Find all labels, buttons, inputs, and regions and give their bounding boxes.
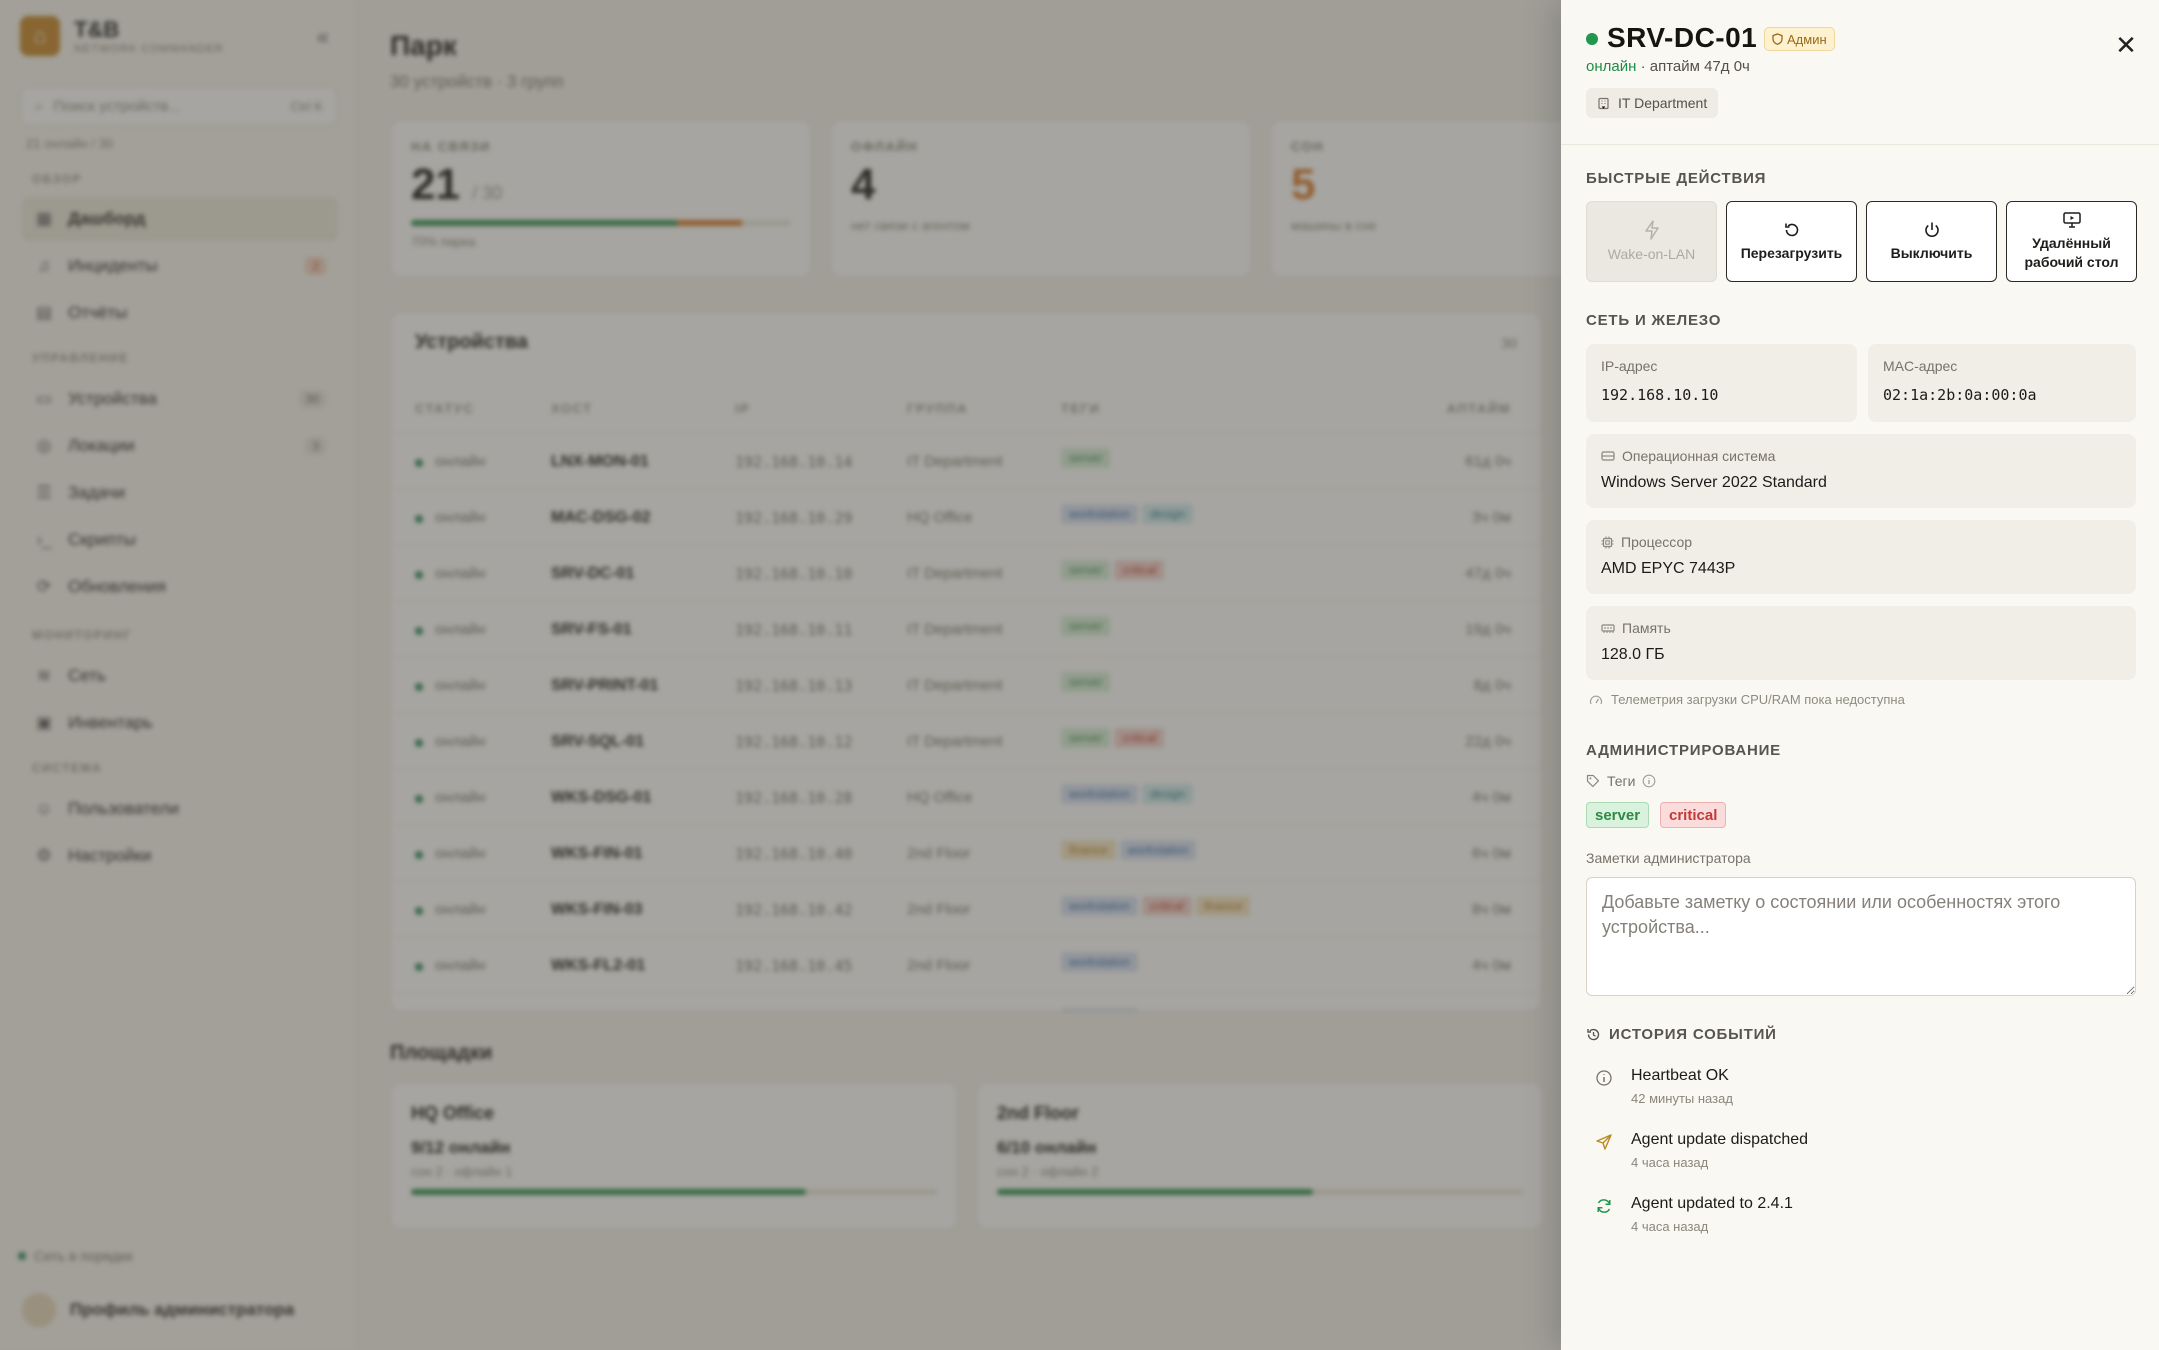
tag-server[interactable]: server xyxy=(1586,802,1650,828)
admin-badge-label: Админ xyxy=(1787,31,1827,47)
quick-actions-title: БЫСТРЫЕ ДЕЙСТВИЯ xyxy=(1586,170,1767,187)
shield-icon xyxy=(1772,33,1783,45)
memory-label: Память xyxy=(1622,620,1671,636)
mac-address-card: MAC-адрес 02:1a:2b:0a:00:0a xyxy=(1868,344,2136,422)
os-label: Операционная система xyxy=(1622,448,1776,464)
ip-value: 192.168.10.10 xyxy=(1601,386,1719,404)
online-status-dot xyxy=(1586,33,1598,45)
cpu-icon xyxy=(1601,536,1614,548)
restart-icon xyxy=(1784,223,1798,236)
info-icon[interactable] xyxy=(1642,774,1656,788)
send-icon xyxy=(1596,1134,1612,1150)
info-icon xyxy=(1596,1070,1612,1086)
device-status-line: онлайн · аптайм 47д 0ч xyxy=(1586,58,1750,75)
power-icon xyxy=(1924,222,1939,237)
remote-desktop-icon xyxy=(2062,212,2081,228)
gauge-icon xyxy=(1589,695,1603,704)
mac-value: 02:1a:2b:0a:00:0a xyxy=(1883,386,2037,404)
ip-address-card: IP-адрес 192.168.10.10 xyxy=(1586,344,1857,422)
network-hardware-title: СЕТЬ И ЖЕЛЕЗО xyxy=(1586,312,1722,329)
os-label-row: Операционная система xyxy=(1601,448,1775,464)
refresh-icon xyxy=(1597,1199,1611,1213)
building-icon xyxy=(1598,97,1609,109)
memory-icon xyxy=(1601,623,1615,633)
action-label: Удалённый рабочий стол xyxy=(2024,235,2119,270)
tag-icon xyxy=(1586,774,1600,788)
admin-badge: Админ xyxy=(1764,27,1835,51)
drawer-header: SRV-DC-01 Админ ✕ онлайн · аптайм 47д 0ч… xyxy=(1561,0,2159,145)
device-title: SRV-DC-01 xyxy=(1607,22,1758,53)
device-status: онлайн xyxy=(1586,58,1637,75)
cpu-card: Процессор AMD EPYC 7443P xyxy=(1586,520,2136,594)
device-drawer: SRV-DC-01 Админ ✕ онлайн · аптайм 47д 0ч… xyxy=(1561,0,2159,1350)
modal-overlay[interactable] xyxy=(0,0,1561,1350)
os-card: Операционная система Windows Server 2022… xyxy=(1586,434,2136,508)
notes-label: Заметки администратора xyxy=(1586,850,1751,866)
history-title-row: ИСТОРИЯ СОБЫТИЙ xyxy=(1586,1026,1777,1043)
bolt-icon xyxy=(1644,219,1659,240)
action-label: Выключить xyxy=(1890,244,1973,261)
shutdown-button[interactable]: Выключить xyxy=(1866,201,1997,282)
telemetry-text: Телеметрия загрузки CPU/RAM пока недосту… xyxy=(1611,692,1905,707)
cpu-label: Процессор xyxy=(1621,534,1693,550)
group-chip[interactable]: IT Department xyxy=(1586,88,1719,118)
event-text: Heartbeat OK xyxy=(1631,1067,1729,1084)
tag-critical[interactable]: critical xyxy=(1660,802,1727,828)
wake-on-lan-button[interactable]: Wake-on-LAN xyxy=(1586,201,1717,282)
admin-title: АДМИНИСТРИРОВАНИЕ xyxy=(1586,742,1781,759)
event-time: 42 минуты назад xyxy=(1631,1091,1733,1106)
cpu-label-row: Процессор xyxy=(1601,534,1692,550)
tags-label: Теги xyxy=(1607,773,1636,789)
memory-card: Память 128.0 ГБ xyxy=(1586,606,2136,680)
event-text: Agent update dispatched xyxy=(1631,1131,1809,1148)
tags-label-row: Теги xyxy=(1586,773,1656,789)
restart-button[interactable]: Перезагрузить xyxy=(1726,201,1857,282)
action-label: Перезагрузить xyxy=(1740,244,1843,261)
telemetry-note: Телеметрия загрузки CPU/RAM пока недосту… xyxy=(1589,692,1905,707)
group-label: IT Department xyxy=(1618,95,1708,111)
action-label: Wake-on-LAN xyxy=(1607,245,1696,262)
admin-notes-textarea[interactable] xyxy=(1586,877,2136,996)
history-icon xyxy=(1587,1028,1600,1041)
event-text: Agent updated to 2.4.1 xyxy=(1631,1195,1793,1212)
drive-icon xyxy=(1601,451,1615,461)
memory-label-row: Память xyxy=(1601,620,1671,636)
remote-desktop-button[interactable]: Удалённый рабочий стол xyxy=(2006,201,2137,282)
close-icon[interactable]: ✕ xyxy=(2111,30,2141,60)
device-uptime: · аптайм 47д 0ч xyxy=(1640,58,1750,75)
cpu-value: AMD EPYC 7443P xyxy=(1601,560,1736,577)
ip-label: IP-адрес xyxy=(1601,358,1658,374)
event-time: 4 часа назад xyxy=(1631,1155,1709,1170)
mac-label: MAC-адрес xyxy=(1883,358,1958,374)
history-title: ИСТОРИЯ СОБЫТИЙ xyxy=(1609,1026,1777,1043)
os-value: Windows Server 2022 Standard xyxy=(1601,474,1827,491)
event-time: 4 часа назад xyxy=(1631,1219,1709,1234)
memory-value: 128.0 ГБ xyxy=(1601,646,1665,663)
